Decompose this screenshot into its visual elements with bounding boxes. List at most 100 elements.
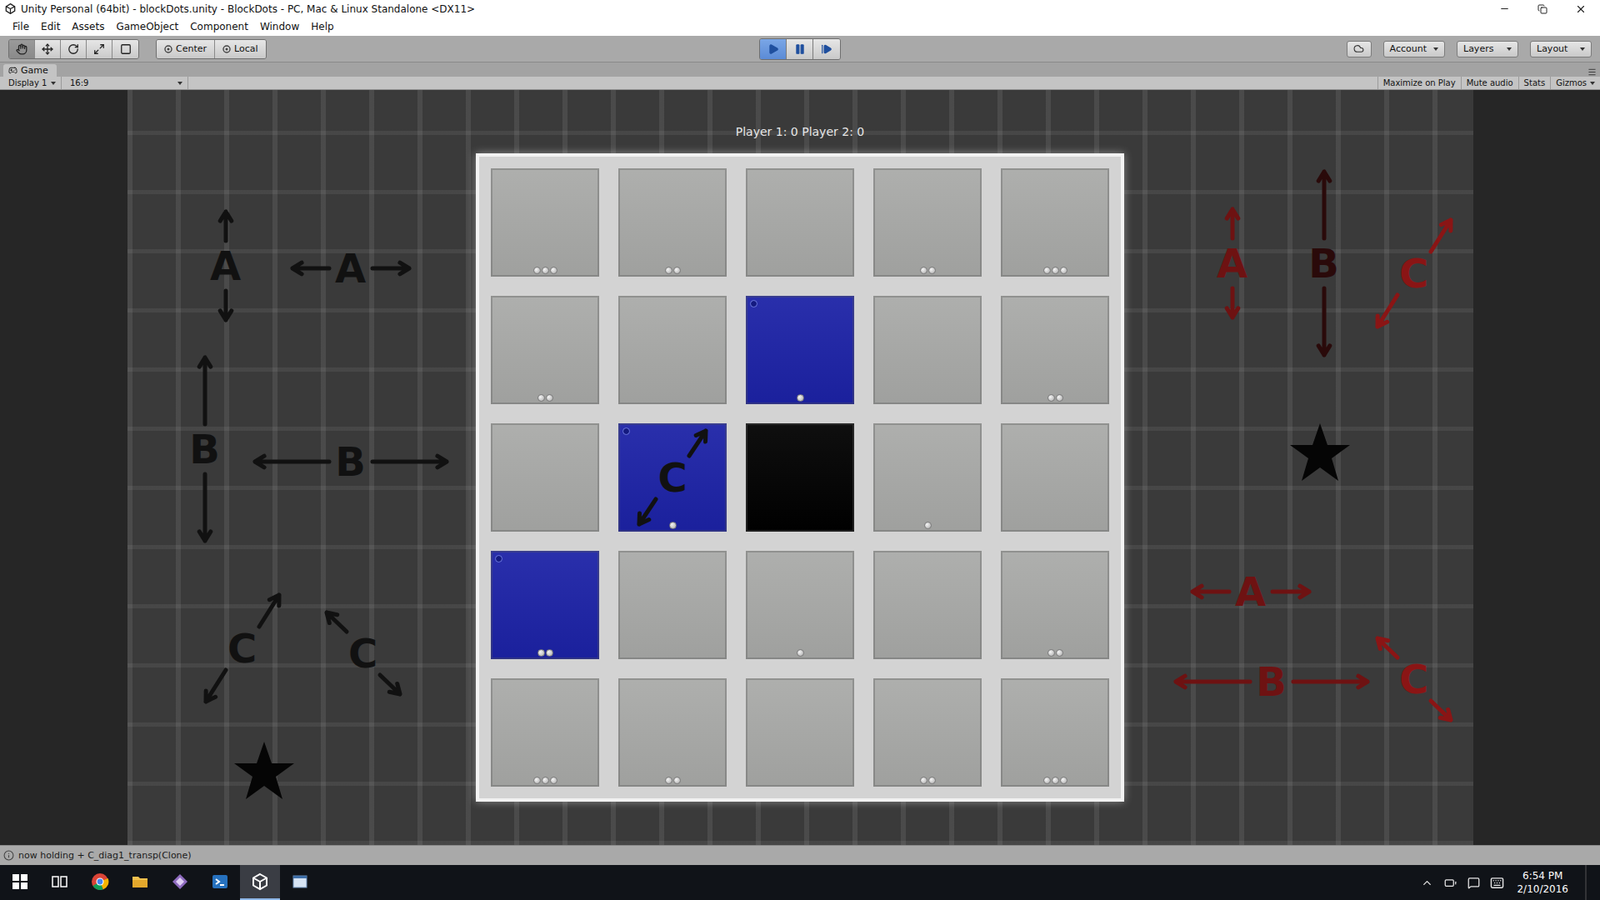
menu-item[interactable]: GameObject [110,19,185,35]
board-cell[interactable] [873,295,982,405]
board-cell[interactable] [745,678,855,787]
step-icon[interactable] [820,43,833,55]
view-toggle[interactable]: Stats [1518,76,1551,90]
battery-icon[interactable] [1444,876,1457,890]
pause-button[interactable] [786,39,814,60]
app-icon[interactable] [170,872,190,891]
board-cell[interactable] [1000,678,1110,787]
board-cell[interactable] [873,423,982,532]
tool-button[interactable] [60,40,87,59]
rect-icon[interactable] [120,43,132,55]
view-toggle[interactable]: Mute audio [1460,76,1519,90]
board-cell[interactable] [745,295,855,405]
tray-keyboard[interactable] [1485,865,1509,900]
move-icon[interactable] [41,43,54,55]
board-cell[interactable] [1000,168,1110,277]
windows-logo-icon[interactable] [12,874,28,890]
pivot-icon[interactable] [164,45,173,54]
cloud-icon[interactable] [1353,43,1365,55]
board-cell[interactable] [745,168,855,277]
message-icon[interactable] [1467,876,1480,890]
close-button[interactable] [1561,0,1600,18]
view-toggle[interactable]: Maximize on Play [1377,76,1461,90]
play-button[interactable] [760,39,787,60]
view-toggle[interactable]: Gizmos [1550,76,1600,90]
taskbar-app[interactable] [240,865,280,900]
menu-item[interactable]: File [6,19,35,35]
toolbar-dropdown[interactable]: Layers [1456,40,1519,58]
cloud-button[interactable] [1346,40,1372,58]
play-icon[interactable] [767,43,780,55]
show-desktop[interactable] [1576,865,1600,900]
task-view-button[interactable] [40,865,80,900]
board-cell[interactable] [1000,295,1110,405]
close-icon[interactable] [1575,3,1587,15]
pivot-button[interactable]: Center [156,40,215,59]
board-cell[interactable] [1000,423,1110,532]
tray-battery[interactable] [1438,865,1462,900]
scale-icon[interactable] [93,43,105,55]
board-cell[interactable] [873,550,982,660]
powershell-icon[interactable] [210,872,230,891]
game-viewport[interactable]: Player 1: 0 Player 2: 0CAABBCCABCABC [127,90,1474,845]
tray-expand[interactable] [1415,865,1439,900]
minimize-button[interactable] [1485,0,1524,18]
taskbar-app[interactable] [200,865,240,900]
tool-button[interactable] [35,40,61,59]
dot [673,266,681,275]
board-cell[interactable] [873,168,982,277]
board-cell[interactable] [618,550,727,660]
restore-button[interactable] [1523,0,1562,18]
taskbar-app[interactable] [80,865,120,900]
menu-item[interactable]: Window [254,19,305,35]
window-icon[interactable] [290,872,310,891]
board-cell[interactable] [745,550,855,660]
board-cell[interactable] [490,678,600,787]
board-cell[interactable]: C [618,423,727,532]
panel-menu-icon[interactable] [1587,67,1597,77]
aspect-dropdown[interactable]: 16:9 [61,76,189,90]
keyboard-icon[interactable] [1490,875,1505,890]
board-cell[interactable] [490,295,600,405]
menu-item[interactable]: Help [305,19,340,35]
chevron-up-icon[interactable] [1420,876,1434,890]
rotate-icon[interactable] [67,43,80,55]
game-tab[interactable]: Game [3,64,57,77]
pivot-button[interactable]: Local [215,40,266,59]
task-view-icon[interactable] [51,875,69,889]
tool-button[interactable] [112,40,139,59]
tray-messages[interactable] [1461,865,1485,900]
toolbar-dropdown[interactable]: Layout [1530,40,1592,58]
board-cell[interactable] [618,678,727,787]
board-cell[interactable] [490,168,600,277]
chrome-icon[interactable] [90,872,110,891]
show-desktop-icon[interactable] [1585,865,1592,900]
taskbar-app[interactable] [280,865,320,900]
board-cell[interactable] [618,295,727,405]
board-cell[interactable] [745,423,855,532]
rotation-icon[interactable] [222,45,231,54]
menu-item[interactable]: Component [184,19,255,35]
board-cell[interactable] [490,423,600,532]
menu-item[interactable]: Assets [65,19,110,35]
board-cell[interactable] [873,678,982,787]
minimize-icon[interactable] [1499,3,1510,15]
folder-icon[interactable] [130,872,150,891]
board-cell[interactable] [618,168,727,277]
hand-icon[interactable] [15,43,28,55]
taskbar-app[interactable] [120,865,160,900]
clock[interactable]: 6:54 PM2/10/2016 [1508,869,1577,896]
unity-icon[interactable] [250,872,270,891]
board-cell[interactable] [1000,550,1110,660]
menu-item[interactable]: Edit [35,19,66,35]
step-button[interactable] [813,39,840,60]
taskbar-app[interactable] [160,865,200,900]
board-cell[interactable] [490,550,600,660]
tool-button[interactable] [9,40,35,59]
start-button[interactable] [0,865,40,900]
toolbar-dropdown[interactable]: Account [1383,40,1445,58]
tool-button[interactable] [86,40,113,59]
restore-icon[interactable] [1537,4,1548,15]
pause-icon[interactable] [794,43,806,55]
display-dropdown[interactable]: Display 1 [0,76,62,90]
